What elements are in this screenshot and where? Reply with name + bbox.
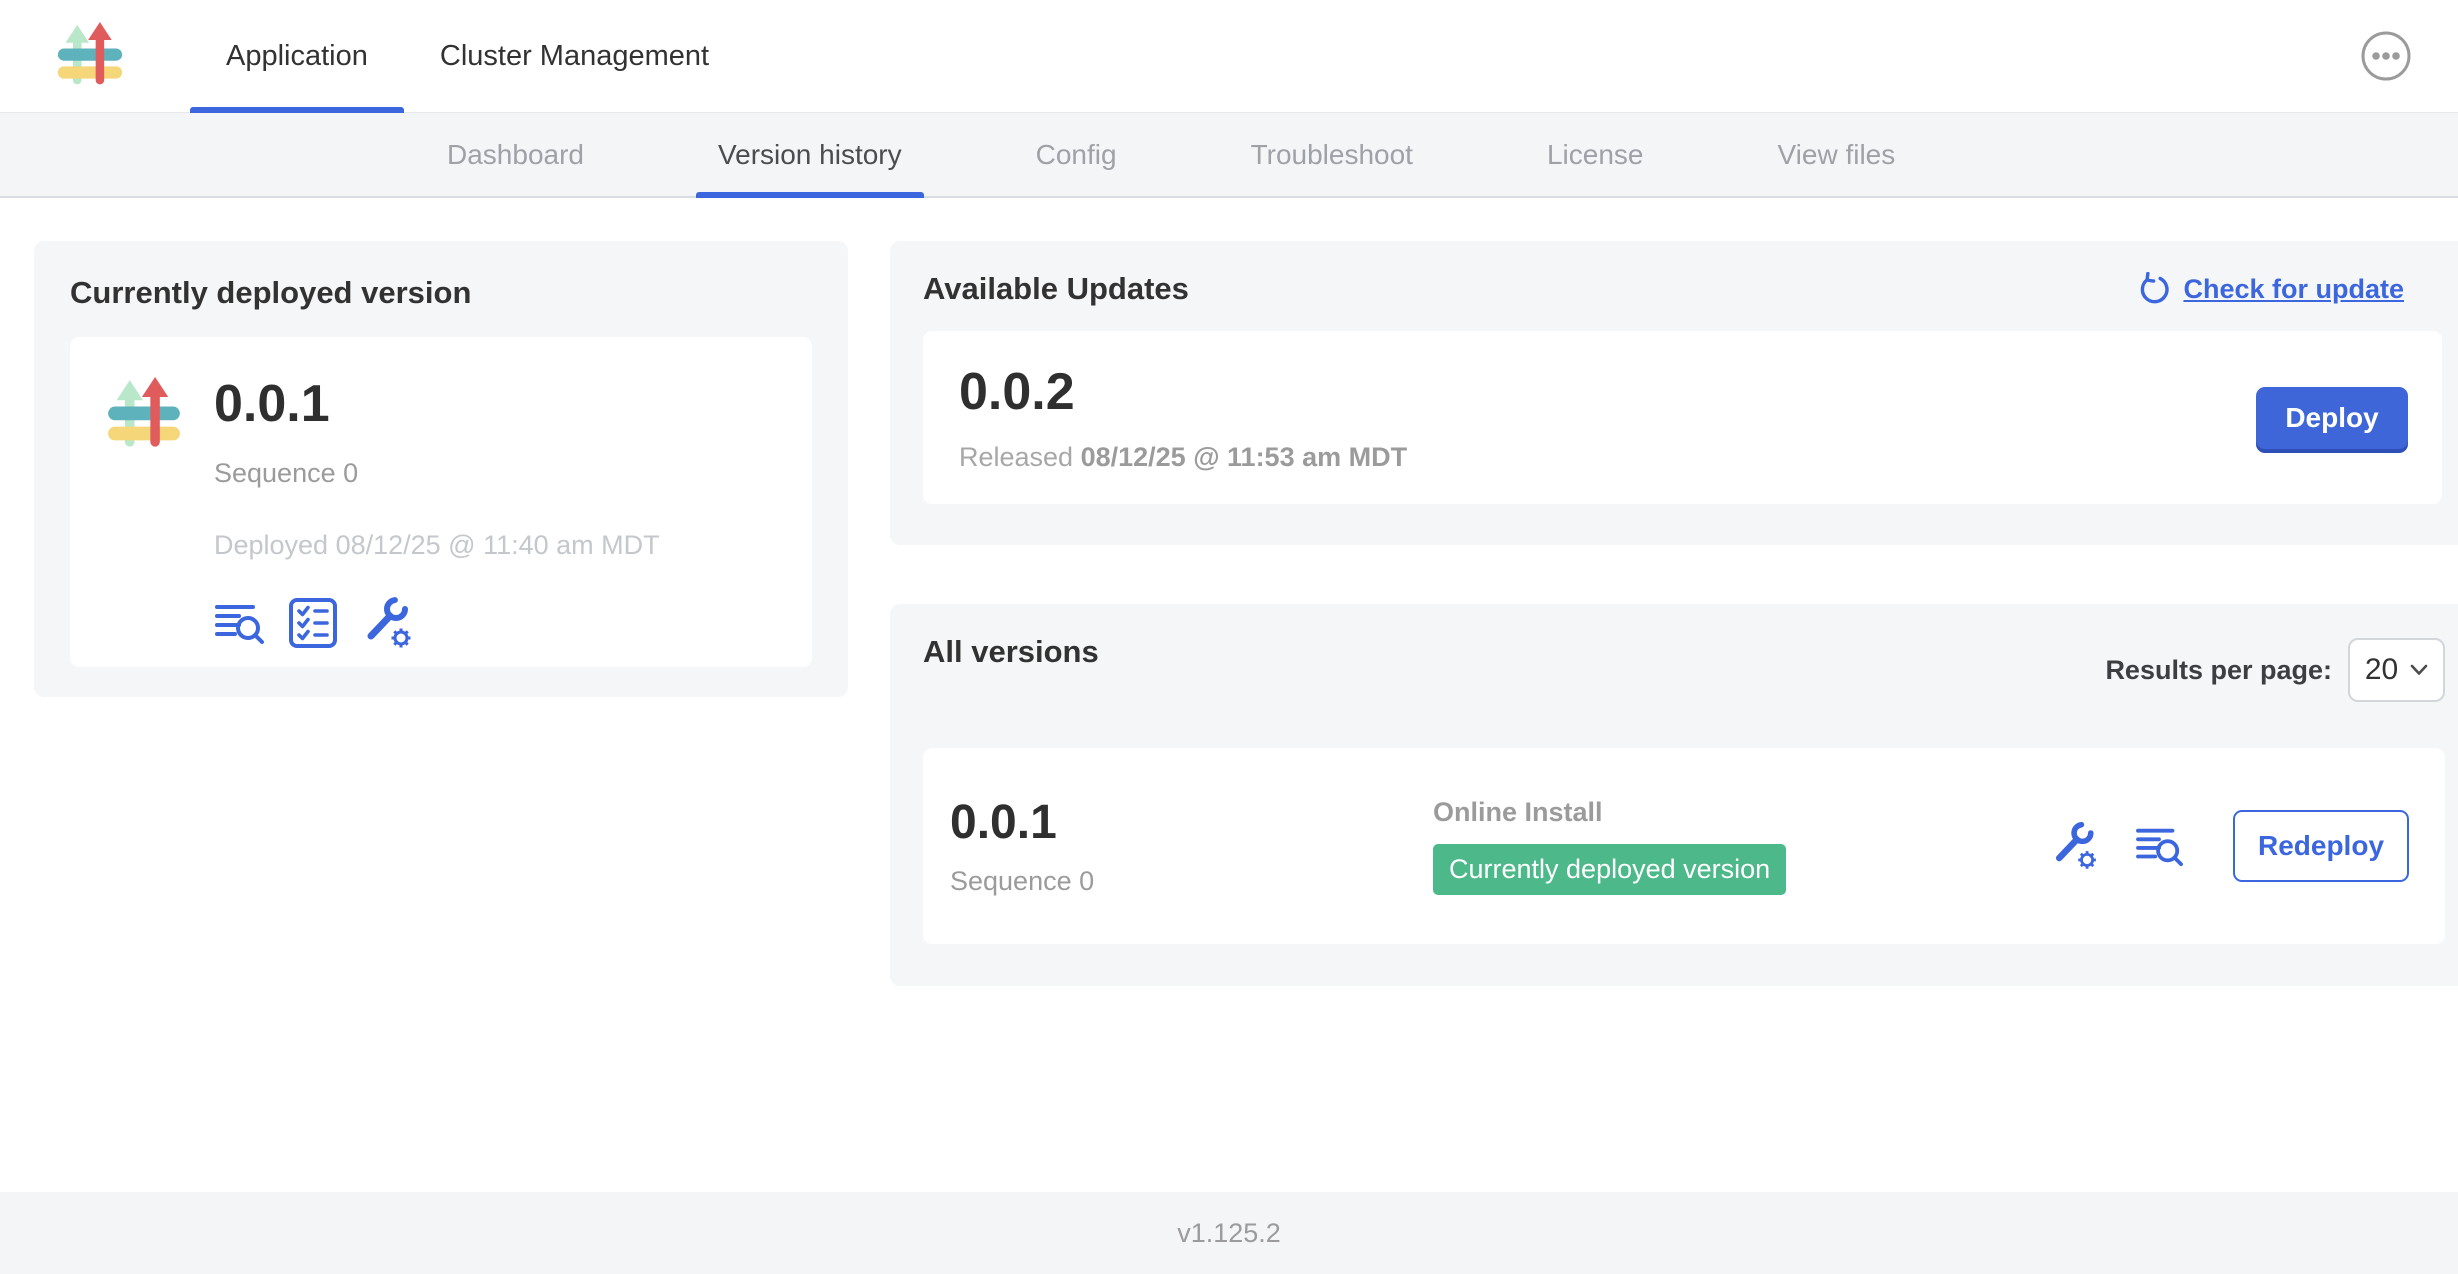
deploy-button[interactable]: Deploy [2256, 387, 2408, 449]
deploy-logs-icon [214, 600, 266, 646]
right-column: Available Updates Check for update 0.0.2… [890, 241, 2458, 986]
app-header: Application Cluster Management [0, 0, 2458, 113]
subtab-license-label: License [1547, 139, 1644, 171]
all-versions-header: All versions Results per page: 20 [923, 634, 2445, 702]
version-row-status: Online Install Currently deployed versio… [1433, 797, 2049, 895]
version-row: 0.0.1 Sequence 0 Online Install Currentl… [923, 748, 2445, 944]
deployed-version-panel: 0.0.1 Sequence 0 Deployed 08/12/25 @ 11:… [70, 337, 812, 667]
main-content: Currently deployed version 0.0.1 Sequenc… [0, 198, 2458, 1192]
subtab-license[interactable]: License [1525, 113, 1666, 196]
available-updates-title: Available Updates [923, 271, 1189, 307]
subtab-view-files[interactable]: View files [1755, 113, 1917, 196]
overflow-menu-button[interactable] [2360, 30, 2412, 82]
version-row-details: 0.0.1 Sequence 0 [950, 795, 1433, 897]
update-row: 0.0.2 Released 08/12/25 @ 11:53 am MDT D… [923, 331, 2442, 504]
tab-application-label: Application [226, 40, 368, 73]
chevron-down-icon [2410, 664, 2428, 676]
subtab-dashboard-label: Dashboard [447, 139, 584, 171]
deploy-logs-button[interactable] [214, 600, 266, 646]
released-timestamp: 08/12/25 @ 11:53 am MDT [1081, 442, 1408, 472]
subtab-version-history-label: Version history [718, 139, 902, 171]
available-updates-card: Available Updates Check for update 0.0.2… [890, 241, 2458, 545]
results-per-page-value: 20 [2365, 653, 2398, 687]
subtab-version-history[interactable]: Version history [696, 113, 924, 196]
app-logo-icon [56, 22, 124, 90]
version-row-actions: Redeploy [2049, 810, 2409, 882]
edit-config-icon [360, 595, 416, 651]
results-per-page-label: Results per page: [2105, 655, 2332, 686]
currently-deployed-card: Currently deployed version 0.0.1 Sequenc… [34, 241, 848, 697]
deployed-actions [214, 595, 660, 651]
edit-config-button[interactable] [2049, 820, 2101, 872]
check-for-update-link[interactable]: Check for update [2137, 272, 2404, 306]
tab-application[interactable]: Application [190, 0, 404, 112]
refresh-icon [2137, 272, 2171, 306]
deploy-logs-button[interactable] [2135, 824, 2185, 868]
released-prefix: Released [959, 442, 1073, 472]
deployed-app-icon-wrap [106, 377, 182, 627]
install-type: Online Install [1433, 797, 2049, 828]
subtab-config[interactable]: Config [1014, 113, 1139, 196]
page-footer: v1.125.2 [0, 1192, 2458, 1274]
preflight-checks-button[interactable] [288, 597, 338, 649]
deployed-sequence: Sequence 0 [214, 458, 660, 489]
version-history-page: Application Cluster Management Dashboard… [0, 0, 2458, 1274]
results-per-page: Results per page: 20 [2105, 638, 2445, 702]
subtab-view-files-label: View files [1777, 139, 1895, 171]
subtab-dashboard[interactable]: Dashboard [425, 113, 606, 196]
redeploy-button[interactable]: Redeploy [2233, 810, 2409, 882]
subtab-troubleshoot-label: Troubleshoot [1251, 139, 1413, 171]
row-version-number: 0.0.1 [950, 795, 1433, 850]
update-details: 0.0.2 Released 08/12/25 @ 11:53 am MDT [959, 362, 1407, 473]
app-logo [56, 0, 124, 112]
tab-cluster-management-label: Cluster Management [440, 40, 709, 73]
currently-deployed-badge: Currently deployed version [1433, 844, 1786, 895]
app-logo-icon [106, 377, 182, 453]
available-updates-header: Available Updates Check for update [923, 271, 2442, 307]
update-released-line: Released 08/12/25 @ 11:53 am MDT [959, 442, 1407, 473]
deployed-timestamp: Deployed 08/12/25 @ 11:40 am MDT [214, 530, 660, 561]
subtab-config-label: Config [1036, 139, 1117, 171]
row-sequence: Sequence 0 [950, 866, 1433, 897]
edit-config-button[interactable] [360, 595, 416, 651]
preflight-checks-icon [288, 597, 338, 649]
all-versions-title: All versions [923, 634, 1099, 670]
deploy-logs-icon [2135, 824, 2185, 868]
subtab-troubleshoot[interactable]: Troubleshoot [1229, 113, 1435, 196]
edit-config-icon [2049, 820, 2101, 872]
update-version-number: 0.0.2 [959, 362, 1407, 422]
deployed-version-details: 0.0.1 Sequence 0 Deployed 08/12/25 @ 11:… [214, 377, 660, 627]
console-version: v1.125.2 [1177, 1218, 1281, 1249]
tab-cluster-management[interactable]: Cluster Management [404, 0, 745, 112]
all-versions-card: All versions Results per page: 20 0.0 [890, 604, 2458, 986]
app-subnav: Dashboard Version history Config Trouble… [0, 113, 2458, 198]
header-right [2360, 0, 2458, 112]
ellipsis-circle-icon [2360, 30, 2412, 82]
check-for-update-label: Check for update [2183, 274, 2404, 305]
deployed-version-number: 0.0.1 [214, 377, 660, 432]
deployed-card-title: Currently deployed version [70, 275, 812, 311]
results-per-page-select[interactable]: 20 [2348, 638, 2445, 702]
